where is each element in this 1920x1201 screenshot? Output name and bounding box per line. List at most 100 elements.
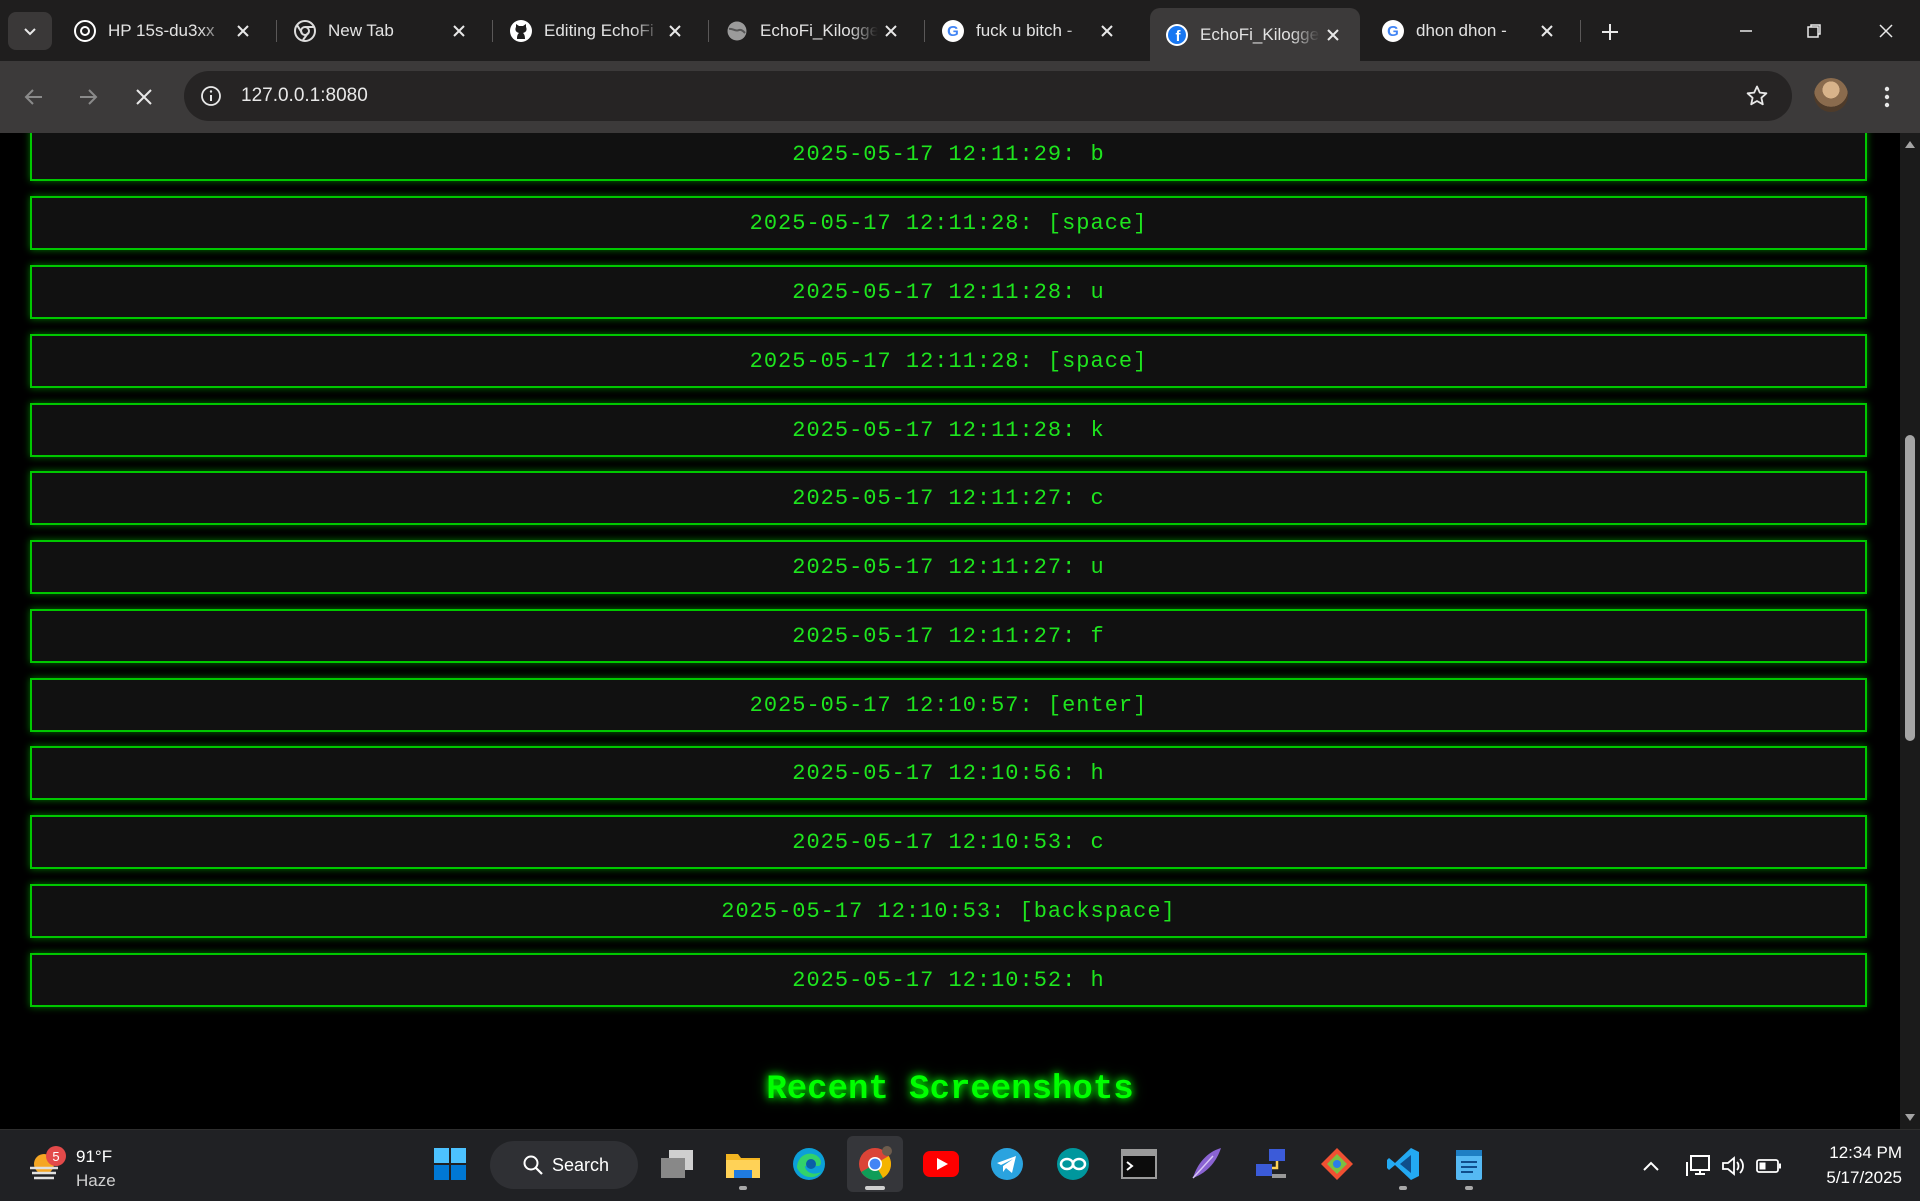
restore-button[interactable]	[1780, 0, 1848, 61]
network-icon	[1686, 1155, 1710, 1176]
log-entry: 2025-05-17 12:11:27: u	[30, 540, 1867, 594]
close-tab-icon[interactable]	[1320, 22, 1346, 48]
tab-separator	[276, 20, 277, 42]
tab-title: New Tab	[328, 20, 394, 40]
file-explorer-button[interactable]	[715, 1136, 771, 1192]
edge-icon	[793, 1148, 825, 1180]
scroll-down-arrow-icon[interactable]	[1903, 1111, 1917, 1125]
page-viewport: 2025-05-17 12:11:29: b 2025-05-17 12:11:…	[0, 133, 1900, 1129]
tab-search-button[interactable]	[8, 12, 52, 50]
youtube-button[interactable]	[913, 1136, 969, 1192]
page-scrollbar[interactable]	[1900, 133, 1920, 1129]
vscode-button[interactable]	[1375, 1136, 1431, 1192]
running-indicator	[1465, 1186, 1473, 1190]
svg-text:G: G	[1387, 23, 1399, 40]
log-entry: 2025-05-17 12:11:28: k	[30, 403, 1867, 457]
taskbar-search[interactable]: Search	[490, 1141, 638, 1189]
forward-button[interactable]	[68, 77, 108, 117]
show-hidden-icons-button[interactable]	[1636, 1144, 1666, 1188]
close-tab-icon[interactable]	[1534, 18, 1560, 44]
close-tab-icon[interactable]	[662, 18, 688, 44]
tab-title: dhon dhon -	[1416, 20, 1507, 40]
arrow-right-icon	[80, 89, 98, 105]
weather-widget[interactable]: 5 91°F Haze	[24, 1140, 184, 1192]
task-view-button[interactable]	[649, 1136, 705, 1192]
minimize-button[interactable]	[1712, 0, 1780, 61]
minimize-icon	[1740, 29, 1752, 32]
site-info-icon[interactable]	[198, 83, 224, 109]
terminal-button[interactable]	[1111, 1136, 1167, 1192]
bookmark-star-icon[interactable]	[1744, 83, 1770, 109]
browser-toolbar: 127.0.0.1:8080	[0, 61, 1920, 133]
windows-logo-icon	[434, 1148, 466, 1180]
system-clock[interactable]: 12:34 PM 5/17/2025	[1790, 1140, 1902, 1190]
feather-icon	[1192, 1148, 1221, 1179]
chrome-button[interactable]	[847, 1136, 903, 1192]
profile-avatar[interactable]	[1814, 78, 1848, 112]
arduino-button[interactable]	[1045, 1136, 1101, 1192]
clock-time: 12:34 PM	[1829, 1143, 1902, 1162]
tab-separator	[1580, 20, 1581, 42]
close-tab-icon[interactable]	[230, 18, 256, 44]
close-tab-icon[interactable]	[1094, 18, 1120, 44]
tab-hp[interactable]: HP 15s-du3xx	[58, 8, 270, 53]
back-button[interactable]	[14, 77, 54, 117]
section-title-recent-screenshots: Recent Screenshots	[766, 1071, 1134, 1109]
battery-icon	[1756, 1159, 1781, 1173]
tab-google-search[interactable]: G fuck u bitch -	[926, 8, 1134, 53]
git-button[interactable]	[1309, 1136, 1365, 1192]
tab-new-tab[interactable]: New Tab	[278, 8, 486, 53]
tab-google-dhon[interactable]: G dhon dhon -	[1366, 8, 1574, 53]
tab-echofi-kilogger[interactable]: EchoFi_Kilogger	[710, 8, 918, 53]
network-tool-button[interactable]	[1243, 1136, 1299, 1192]
tab-editing-echofi[interactable]: Editing EchoFi	[494, 8, 702, 53]
address-bar[interactable]: 127.0.0.1:8080	[184, 71, 1792, 121]
tab-separator	[924, 20, 925, 42]
url-text[interactable]: 127.0.0.1:8080	[241, 85, 368, 107]
feather-app-button[interactable]	[1177, 1136, 1233, 1192]
running-indicator	[865, 1186, 885, 1190]
svg-text:G: G	[947, 23, 959, 40]
new-tab-button[interactable]	[1592, 14, 1628, 50]
log-entry: 2025-05-17 12:10:57: [enter]	[30, 678, 1867, 732]
clock-date: 5/17/2025	[1826, 1168, 1902, 1187]
close-tab-icon[interactable]	[878, 18, 904, 44]
tab-title: EchoFi_Kilogger	[1200, 24, 1320, 44]
log-entry: 2025-05-17 12:10:53: [backspace]	[30, 884, 1867, 938]
globe-icon	[724, 18, 750, 44]
telegram-icon	[991, 1148, 1023, 1180]
tab-separator	[492, 20, 493, 42]
chevron-up-icon	[1643, 1161, 1659, 1171]
notepad-button[interactable]	[1441, 1136, 1497, 1192]
log-entry: 2025-05-17 12:11:27: f	[30, 609, 1867, 663]
start-button[interactable]	[422, 1136, 478, 1192]
chrome-icon	[292, 18, 318, 44]
arduino-icon	[1057, 1148, 1089, 1180]
scrollbar-thumb[interactable]	[1905, 435, 1915, 741]
tab-title: Editing EchoFi	[544, 20, 654, 40]
tab-echofi-kilogger-active[interactable]: f EchoFi_Kilogger	[1150, 8, 1360, 61]
running-indicator	[739, 1186, 747, 1190]
stop-loading-button[interactable]	[124, 77, 164, 117]
tab-title: fuck u bitch -	[976, 20, 1073, 40]
menu-button[interactable]	[1872, 77, 1902, 117]
openai-icon	[72, 18, 98, 44]
volume-control[interactable]	[1718, 1144, 1748, 1188]
notification-badge: 5	[46, 1146, 66, 1166]
close-tab-icon[interactable]	[446, 18, 472, 44]
weather-temperature: 91°F	[76, 1147, 113, 1166]
telegram-button[interactable]	[979, 1136, 1035, 1192]
tab-title: EchoFi_Kilogger	[760, 20, 878, 40]
task-view-icon	[661, 1150, 693, 1178]
scroll-up-arrow-icon[interactable]	[1903, 137, 1917, 151]
weather-condition: Haze	[76, 1171, 116, 1190]
close-icon	[136, 89, 152, 105]
battery-status[interactable]	[1754, 1144, 1784, 1188]
edge-button[interactable]	[781, 1136, 837, 1192]
vscode-icon	[1387, 1148, 1419, 1180]
plus-icon	[1602, 24, 1618, 40]
close-window-button[interactable]	[1852, 0, 1920, 61]
network-status[interactable]	[1683, 1144, 1713, 1188]
arrow-left-icon	[24, 89, 42, 105]
terminal-icon	[1121, 1149, 1157, 1179]
